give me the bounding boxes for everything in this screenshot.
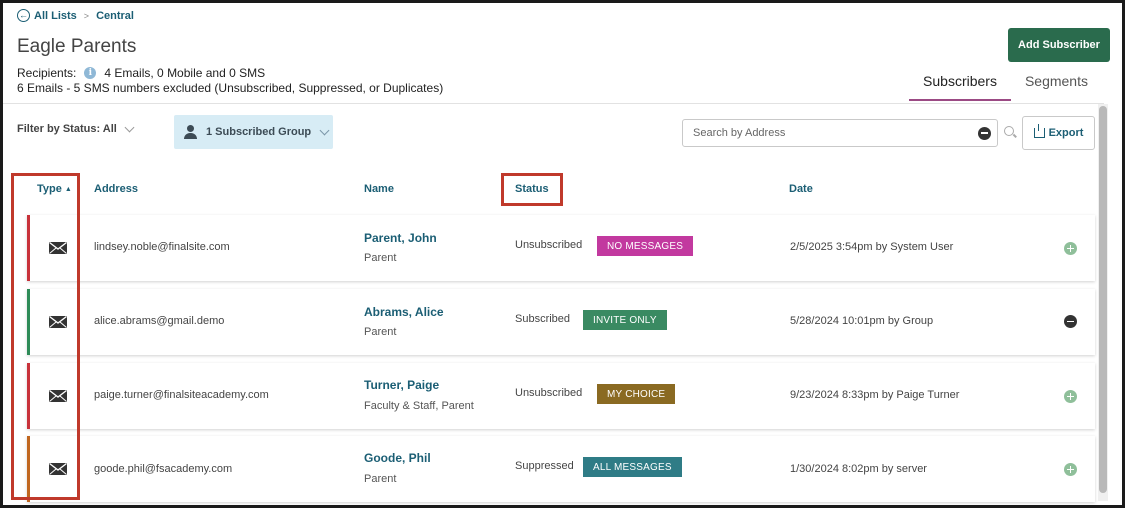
status-date: 9/23/2024 8:33pm by Paige Turner <box>790 389 960 401</box>
status-filter-label: Filter by Status: All <box>17 123 117 135</box>
preference-badge: ALL MESSAGES <box>583 457 682 477</box>
subscriber-role: Faculty & Staff, Parent <box>364 400 474 412</box>
clear-search-icon[interactable] <box>978 126 991 140</box>
status-date: 2/5/2025 3:54pm by System User <box>790 241 954 253</box>
subscriber-address: alice.abrams@gmail.demo <box>94 315 225 327</box>
preference-badge: INVITE ONLY <box>583 310 667 330</box>
table-row[interactable]: paige.turner@finalsiteacademy.com Turner… <box>27 363 1095 429</box>
column-header-address[interactable]: Address <box>94 183 138 195</box>
chevron-down-icon <box>124 122 135 132</box>
subscription-status: Unsubscribed <box>515 239 583 251</box>
preference-badge: NO MESSAGES <box>597 236 694 256</box>
subscription-status: Suppressed <box>515 460 574 472</box>
subscription-status: Unsubscribed <box>515 387 583 399</box>
tab-segments[interactable]: Segments <box>1011 67 1102 101</box>
add-subscriber-button[interactable]: Add Subscriber <box>1008 28 1110 62</box>
status-filter-dropdown[interactable]: Filter by Status: All <box>17 122 135 135</box>
recipients-label: Recipients: <box>17 66 77 80</box>
column-header-date[interactable]: Date <box>789 183 813 195</box>
excluded-summary: 6 Emails - 5 SMS numbers excluded (Unsub… <box>17 81 444 95</box>
tab-subscribers[interactable]: Subscribers <box>909 67 1011 101</box>
group-filter-dropdown[interactable]: 1 Subscribed Group <box>174 115 333 149</box>
subscriber-name-link[interactable]: Parent, John <box>364 231 437 245</box>
header-divider <box>3 103 1104 104</box>
breadcrumb: ← All Lists > Central <box>17 9 134 22</box>
subscriber-role: Parent <box>364 473 397 485</box>
search-icon[interactable] <box>1004 126 1016 138</box>
subscriber-role: Parent <box>364 252 397 264</box>
person-icon <box>184 125 198 139</box>
subscriber-address: goode.phil@fsacademy.com <box>94 463 233 475</box>
status-date: 1/30/2024 8:02pm by server <box>790 463 927 475</box>
search-box <box>682 119 998 147</box>
subscriber-name-link[interactable]: Goode, Phil <box>364 451 431 465</box>
table-row[interactable]: alice.abrams@gmail.demo Abrams, Alice Pa… <box>27 289 1095 355</box>
export-icon <box>1033 124 1045 138</box>
recipients-counts: 4 Emails, 0 Mobile and 0 SMS <box>104 66 266 80</box>
chevron-down-icon <box>319 125 330 135</box>
add-subscriber-icon[interactable] <box>1064 463 1077 476</box>
preference-badge: MY CHOICE <box>597 384 676 404</box>
subscriber-name-link[interactable]: Abrams, Alice <box>364 305 444 319</box>
breadcrumb-separator: > <box>83 10 90 21</box>
group-filter-label: 1 Subscribed Group <box>206 126 312 138</box>
back-arrow-icon[interactable]: ← <box>17 9 30 22</box>
app-window: ← All Lists > Central Eagle Parents Reci… <box>0 0 1125 508</box>
subscriber-name-link[interactable]: Turner, Paige <box>364 378 439 392</box>
column-header-name[interactable]: Name <box>364 183 394 195</box>
breadcrumb-current-link[interactable]: Central <box>96 10 134 22</box>
info-icon[interactable]: i <box>84 67 97 79</box>
tab-bar: Subscribers Segments <box>909 67 1102 101</box>
breadcrumb-all-lists-link[interactable]: All Lists <box>34 10 77 22</box>
scrollbar-thumb[interactable] <box>1099 106 1107 493</box>
highlight-box-type-column <box>11 173 80 500</box>
table-row[interactable]: lindsey.noble@finalsite.com Parent, John… <box>27 215 1095 281</box>
export-button[interactable]: Export <box>1022 116 1095 150</box>
add-subscriber-icon[interactable] <box>1064 390 1077 403</box>
recipients-summary: Recipients: i 4 Emails, 0 Mobile and 0 S… <box>17 66 265 80</box>
vertical-scrollbar[interactable] <box>1098 104 1108 501</box>
search-input[interactable] <box>683 120 978 146</box>
export-label: Export <box>1048 127 1084 139</box>
status-date: 5/28/2024 10:01pm by Group <box>790 315 934 327</box>
table-row[interactable]: goode.phil@fsacademy.com Goode, Phil Par… <box>27 436 1095 502</box>
subscriber-address: paige.turner@finalsiteacademy.com <box>94 389 269 401</box>
subscriber-role: Parent <box>364 326 397 338</box>
remove-subscriber-icon[interactable] <box>1064 315 1077 328</box>
highlight-box-status-header <box>501 173 563 206</box>
page-title: Eagle Parents <box>17 36 137 57</box>
subscription-status: Subscribed <box>515 313 571 325</box>
subscriber-address: lindsey.noble@finalsite.com <box>94 241 230 253</box>
add-subscriber-icon[interactable] <box>1064 242 1077 255</box>
